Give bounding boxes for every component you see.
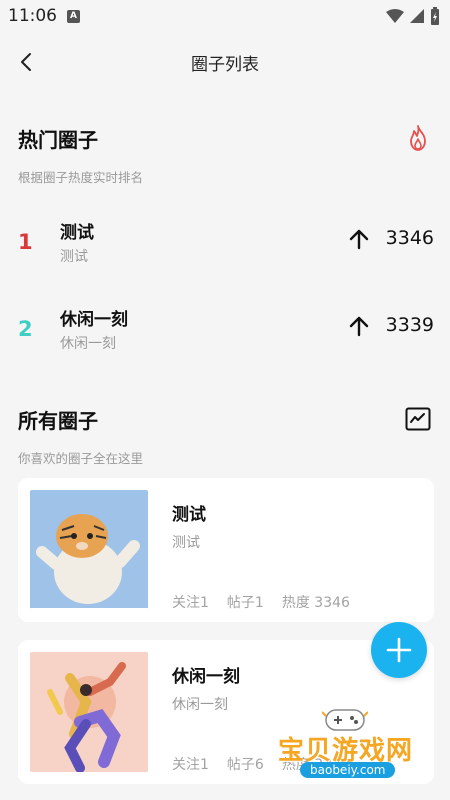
follow-count: 关注1	[172, 595, 209, 611]
hot-item-desc: 休闲一刻	[60, 336, 116, 352]
chevron-left-icon	[21, 53, 31, 71]
circle-name: 测试	[172, 505, 206, 525]
notification-icon: A	[67, 9, 80, 23]
wifi-icon	[386, 9, 404, 23]
hot-section-subtitle: 根据圈子热度实时排名	[18, 170, 144, 185]
hot-item-name: 休闲一刻	[60, 310, 128, 330]
hot-item[interactable]: 1 测试 测试 3346	[18, 218, 434, 274]
hot-item-desc: 测试	[60, 249, 88, 265]
signal-icon	[410, 9, 424, 23]
all-section-header: 所有圈子 你喜欢的圈子全在这里	[18, 405, 432, 467]
all-section-title: 所有圈子	[18, 409, 98, 433]
gamepad-icon	[322, 709, 368, 731]
post-count: 帖子1	[226, 595, 264, 611]
nav-bar: 圈子列表	[0, 40, 450, 84]
add-circle-button[interactable]	[371, 622, 427, 678]
battery-icon	[431, 7, 439, 25]
hot-item-score: 3346	[385, 227, 434, 249]
post-count: 帖子6	[226, 757, 264, 773]
plus-icon	[386, 637, 412, 663]
circle-desc: 测试	[172, 535, 200, 551]
trend-chart-icon[interactable]	[404, 405, 432, 433]
page-title: 圈子列表	[191, 54, 259, 75]
circle-stats: 关注1 帖子1 热度 3346	[172, 592, 350, 612]
status-time: 11:06	[8, 6, 57, 26]
hot-section-header: 热门圈子 根据圈子热度实时排名	[18, 124, 432, 186]
heat-value: 热度 3346	[281, 595, 350, 611]
watermark-url: baobeiy.com	[300, 762, 396, 778]
circle-card[interactable]: 测试 测试 关注1 帖子1 热度 3346	[18, 478, 434, 622]
watermark: 宝贝游戏网 baobeiy.com	[270, 700, 450, 800]
rank-number: 1	[18, 230, 33, 254]
circle-thumbnail	[30, 652, 148, 772]
hot-item-score: 3339	[385, 314, 434, 336]
hot-item[interactable]: 2 休闲一刻 休闲一刻 3339	[18, 305, 434, 361]
back-button[interactable]	[12, 48, 40, 76]
circle-thumbnail	[30, 490, 148, 610]
all-section-subtitle: 你喜欢的圈子全在这里	[18, 451, 144, 466]
fire-icon	[404, 124, 432, 152]
status-bar: 11:06 A	[0, 0, 450, 32]
hot-item-name: 测试	[60, 223, 94, 243]
circle-name: 休闲一刻	[172, 667, 240, 687]
rank-number: 2	[18, 317, 33, 341]
hot-section-title: 热门圈子	[18, 128, 98, 152]
follow-count: 关注1	[172, 757, 209, 773]
circle-desc: 休闲一刻	[172, 697, 228, 713]
arrow-up-icon	[349, 229, 369, 250]
arrow-up-icon	[349, 316, 369, 337]
